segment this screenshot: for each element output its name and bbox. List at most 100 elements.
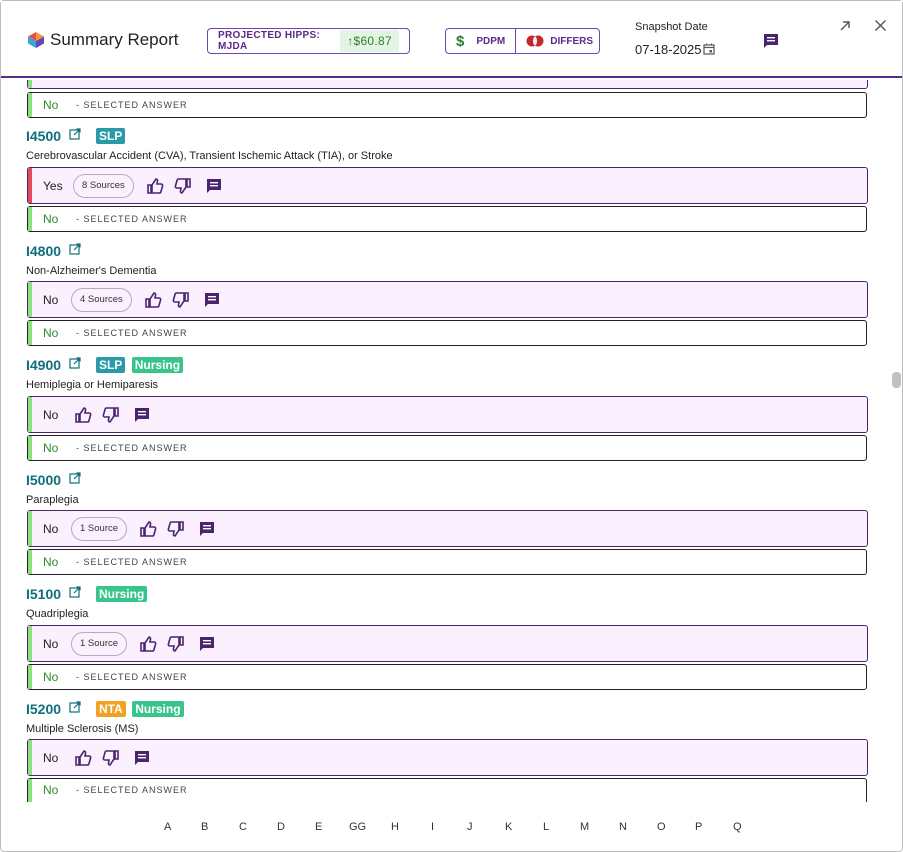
answer-value: No xyxy=(43,292,59,307)
sources-chip[interactable]: 1 Source xyxy=(71,516,128,541)
item-code[interactable]: I4500 xyxy=(26,128,61,144)
thumbs-down-icon[interactable] xyxy=(102,406,120,424)
comment-icon[interactable] xyxy=(133,749,151,767)
answer-row: No xyxy=(27,739,868,776)
answer-accent-bar xyxy=(28,626,32,661)
pdpm-button[interactable]: $ PDPM xyxy=(446,29,517,53)
section-link-a[interactable]: A xyxy=(164,821,171,833)
sources-chip[interactable]: 8 Sources xyxy=(73,173,134,198)
section-link-p[interactable]: P xyxy=(695,821,702,833)
selected-value: No xyxy=(43,98,59,112)
tag-nta: NTA xyxy=(95,700,126,717)
section-link-c[interactable]: C xyxy=(239,821,247,833)
comment-icon[interactable] xyxy=(203,291,221,309)
section-link-o[interactable]: O xyxy=(657,821,666,833)
item-header: I4500 SLP xyxy=(26,127,126,145)
section-link-m[interactable]: M xyxy=(580,821,589,833)
section-link-e[interactable]: E xyxy=(315,821,322,833)
section-link-d[interactable]: D xyxy=(277,821,285,833)
thumbs-up-icon[interactable] xyxy=(74,406,92,424)
thumbs-down-icon[interactable] xyxy=(167,635,185,653)
section-link-i[interactable]: I xyxy=(431,821,434,833)
section-link-b[interactable]: B xyxy=(201,821,208,833)
expand-icon[interactable] xyxy=(838,19,852,33)
selected-value: No xyxy=(43,326,59,340)
external-link-icon[interactable] xyxy=(68,128,81,140)
comment-icon[interactable] xyxy=(198,635,216,653)
thumbs-down-icon[interactable] xyxy=(167,520,185,538)
item-code[interactable]: I5200 xyxy=(26,701,61,717)
pdpm-differs-toggle[interactable]: $ PDPM DIFFERS xyxy=(445,28,600,54)
external-link-icon[interactable] xyxy=(68,472,81,484)
pdpm-label: PDPM xyxy=(476,35,506,47)
external-link-icon[interactable] xyxy=(68,586,81,598)
item-code[interactable]: I4900 xyxy=(26,357,61,373)
selected-answer-row: No - SELECTED ANSWER xyxy=(27,435,867,461)
thumbs-up-icon[interactable] xyxy=(144,291,162,309)
comment-icon[interactable] xyxy=(198,520,216,538)
answer-value: No xyxy=(43,407,59,422)
selected-answer-row: No - SELECTED ANSWER xyxy=(27,549,867,575)
item-header: I4900 SLP Nursing xyxy=(26,356,184,374)
section-link-n[interactable]: N xyxy=(619,821,627,833)
item-description: Non-Alzheimer's Dementia xyxy=(26,265,157,277)
answer-accent-bar xyxy=(28,740,32,775)
section-link-j[interactable]: J xyxy=(467,821,473,833)
selected-accent-bar xyxy=(28,321,32,345)
hipps-value: ↑$60.87 xyxy=(340,30,399,52)
thumbs-down-icon[interactable] xyxy=(172,291,190,309)
item-code[interactable]: I4800 xyxy=(26,243,61,259)
item-header: I4800 xyxy=(26,242,81,260)
answer-row: No 4 Sources xyxy=(27,281,868,318)
close-icon[interactable] xyxy=(874,19,887,32)
tag-slp: SLP xyxy=(95,356,126,373)
report-list[interactable]: No - SELECTED ANSWER I4500 SLP Cerebrova… xyxy=(1,80,902,802)
answer-row: No 1 Source xyxy=(27,625,868,662)
answer-row-partial xyxy=(27,80,868,89)
thumbs-down-icon[interactable] xyxy=(102,749,120,767)
section-link-q[interactable]: Q xyxy=(733,821,742,833)
item-code[interactable]: I5100 xyxy=(26,586,61,602)
item-description: Paraplegia xyxy=(26,494,79,506)
sources-chip[interactable]: 4 Sources xyxy=(71,287,132,312)
external-link-icon[interactable] xyxy=(68,243,81,255)
comment-icon[interactable] xyxy=(205,177,223,195)
item-description: Multiple Sclerosis (MS) xyxy=(26,723,139,735)
external-link-icon[interactable] xyxy=(68,357,81,369)
projected-hipps-badge[interactable]: PROJECTED HIPPS: MJDA ↑$60.87 xyxy=(207,28,410,54)
item-code[interactable]: I5000 xyxy=(26,472,61,488)
thumbs-up-icon[interactable] xyxy=(139,635,157,653)
selected-answer-label: - SELECTED ANSWER xyxy=(76,443,188,453)
scrollbar[interactable] xyxy=(891,81,902,803)
sources-chip[interactable]: 1 Source xyxy=(71,631,128,656)
selected-answer-label: - SELECTED ANSWER xyxy=(76,328,188,338)
external-link-icon[interactable] xyxy=(68,701,81,713)
thumbs-up-icon[interactable] xyxy=(74,749,92,767)
answer-accent-bar xyxy=(28,80,32,88)
scrollbar-thumb[interactable] xyxy=(892,372,901,388)
calendar-icon[interactable] xyxy=(703,43,715,55)
item-header: I5100 Nursing xyxy=(26,585,148,603)
snapshot-date-value[interactable]: 07-18-2025 xyxy=(635,42,702,57)
selected-answer-label: - SELECTED ANSWER xyxy=(76,785,188,795)
answer-value: No xyxy=(43,750,59,765)
thumbs-down-icon[interactable] xyxy=(174,177,192,195)
section-link-l[interactable]: L xyxy=(543,821,549,833)
item-header: I5200 NTA Nursing xyxy=(26,700,184,718)
selected-answer-row: No - SELECTED ANSWER xyxy=(27,778,867,802)
summary-report-dialog: Summary Report PROJECTED HIPPS: MJDA ↑$6… xyxy=(0,0,903,852)
answer-value: No xyxy=(43,636,59,651)
selected-answer-row: No - SELECTED ANSWER xyxy=(27,92,867,118)
section-link-k[interactable]: K xyxy=(505,821,512,833)
differs-button[interactable]: DIFFERS xyxy=(516,29,603,53)
thumbs-up-icon[interactable] xyxy=(146,177,164,195)
thumbs-up-icon[interactable] xyxy=(139,520,157,538)
section-link-h[interactable]: H xyxy=(391,821,399,833)
selected-value: No xyxy=(43,783,59,797)
page-title: Summary Report xyxy=(50,30,179,49)
item-header: I5000 xyxy=(26,471,81,489)
comment-icon[interactable] xyxy=(133,406,151,424)
section-link-gg[interactable]: GG xyxy=(349,821,366,833)
selected-value: No xyxy=(43,670,59,684)
comment-icon[interactable] xyxy=(762,32,780,50)
